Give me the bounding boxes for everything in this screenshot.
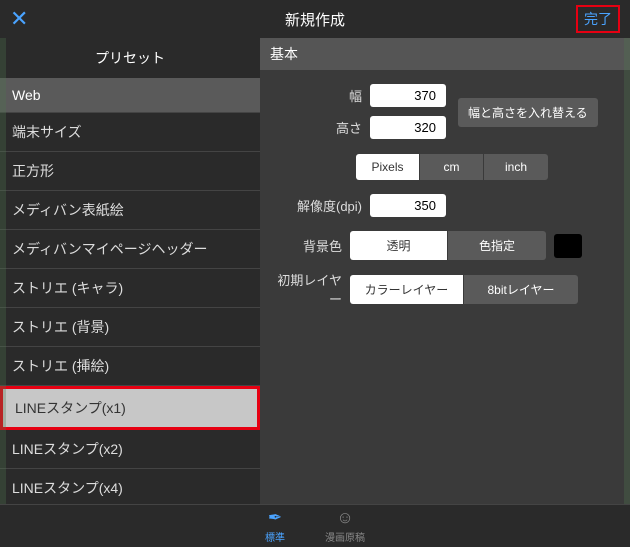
preset-item-storie-illust[interactable]: ストリエ (挿絵) xyxy=(0,347,260,386)
preset-sidebar: プリセット Web 端末サイズ 正方形 メディバン表紙絵 メディバンマイページヘ… xyxy=(0,38,260,504)
bgcolor-segment: 透明 色指定 xyxy=(350,231,546,260)
layer-8bit[interactable]: 8bitレイヤー xyxy=(464,275,578,304)
preset-item-square[interactable]: 正方形 xyxy=(0,152,260,191)
tab-manga-label: 漫画原稿 xyxy=(325,529,365,544)
bg-specify[interactable]: 色指定 xyxy=(448,231,546,260)
preset-item-medibang-header[interactable]: メディバンマイページヘッダー xyxy=(0,230,260,269)
unit-pixels[interactable]: Pixels xyxy=(356,154,420,180)
done-button[interactable]: 完了 xyxy=(576,5,620,33)
dpi-label: 解像度(dpi) xyxy=(276,196,362,215)
height-input[interactable]: 320 xyxy=(370,116,446,139)
tab-standard-label: 標準 xyxy=(265,529,285,544)
width-label: 幅 xyxy=(276,86,362,105)
swap-dimensions-button[interactable]: 幅と高さを入れ替える xyxy=(458,98,598,127)
layer-segment: カラーレイヤー 8bitレイヤー xyxy=(350,275,578,304)
dpi-input[interactable]: 350 xyxy=(370,194,446,217)
width-input[interactable]: 370 xyxy=(370,84,446,107)
bgcolor-label: 背景色 xyxy=(276,236,342,255)
close-icon[interactable]: ✕ xyxy=(10,6,28,32)
color-swatch[interactable] xyxy=(554,234,582,258)
bg-transparent[interactable]: 透明 xyxy=(350,231,448,260)
preset-item-line-x1[interactable]: LINEスタンプ(x1) xyxy=(0,386,260,430)
preset-item-medibang-cover[interactable]: メディバン表紙絵 xyxy=(0,191,260,230)
unit-cm[interactable]: cm xyxy=(420,154,484,180)
preset-item-device[interactable]: 端末サイズ xyxy=(0,113,260,152)
tab-standard[interactable]: ✒ 標準 xyxy=(265,508,285,544)
page-title: 新規作成 xyxy=(285,9,345,30)
height-label: 高さ xyxy=(276,118,362,137)
preset-item-line-x2[interactable]: LINEスタンプ(x2) xyxy=(0,430,260,469)
preset-item-storie-chara[interactable]: ストリエ (キャラ) xyxy=(0,269,260,308)
layer-color[interactable]: カラーレイヤー xyxy=(350,275,464,304)
basic-section-header: 基本 xyxy=(260,38,630,70)
pen-nib-icon: ✒ xyxy=(268,508,282,528)
preset-item-storie-bg[interactable]: ストリエ (背景) xyxy=(0,308,260,347)
tab-manga[interactable]: ☺ 漫画原稿 xyxy=(325,508,365,544)
unit-segment: Pixels cm inch xyxy=(356,154,548,180)
smile-icon: ☺ xyxy=(336,508,353,528)
layer-label: 初期レイヤー xyxy=(276,270,342,308)
decorative-edge-right xyxy=(624,38,630,504)
preset-item-web[interactable]: Web xyxy=(0,78,260,113)
preset-item-line-x4[interactable]: LINEスタンプ(x4) xyxy=(0,469,260,504)
decorative-edge-left xyxy=(0,38,6,504)
unit-inch[interactable]: inch xyxy=(484,154,548,180)
preset-header: プリセット xyxy=(0,38,260,78)
